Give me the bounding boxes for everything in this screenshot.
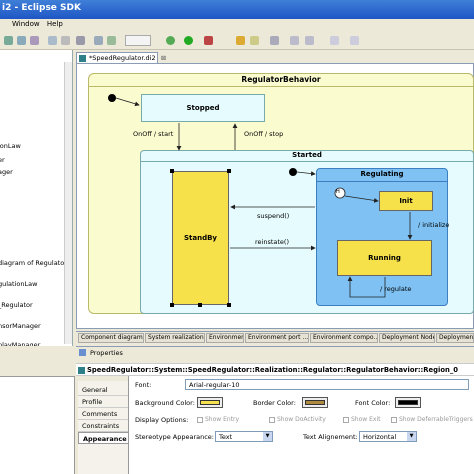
transition-label-start: OnOff / start xyxy=(133,130,174,138)
background-color-swatch xyxy=(200,400,220,405)
stereotype-appearance-value: Text xyxy=(219,433,233,441)
show-deferrable-label: Show DeferrableTriggers xyxy=(399,416,473,423)
tab-deployment-d[interactable]: Deployment d xyxy=(436,333,474,343)
text-alignment-value: Horizontal xyxy=(363,433,397,441)
background-color-button[interactable] xyxy=(197,397,223,408)
chevron-down-icon: ▼ xyxy=(407,432,416,441)
stereotype-appearance-select[interactable]: Text ▼ xyxy=(215,431,273,442)
tab-component-diagram[interactable]: Component diagram... xyxy=(78,333,144,343)
properties-view-header: Properties xyxy=(76,346,474,358)
history-label: H xyxy=(336,189,340,195)
started-initial-pseudostate[interactable] xyxy=(289,168,297,176)
region-icon xyxy=(78,367,85,374)
diagram-tabs: Component diagram... System realization … xyxy=(76,331,474,343)
properties-element-path: SpeedRegulator::System::SpeedRegulator::… xyxy=(76,363,474,376)
background-color-label: Background Color: xyxy=(135,399,195,407)
tab-environment-component[interactable]: Environment compo... xyxy=(310,333,378,343)
tab-environment-port[interactable]: Environment port ... xyxy=(245,333,309,343)
border-color-button[interactable] xyxy=(302,397,328,408)
transition-label-stop: OnOff / stop xyxy=(244,130,284,138)
tab-general[interactable]: General xyxy=(78,384,128,396)
display-options-label: Display Options: xyxy=(135,416,189,424)
font-color-label: Font Color: xyxy=(355,399,391,407)
font-color-swatch xyxy=(398,400,418,405)
properties-icon xyxy=(79,349,86,356)
show-exit-checkbox[interactable]: Show Exit xyxy=(343,416,380,423)
appearance-section: Font: Arial-regular-10 Background Color:… xyxy=(128,376,474,474)
outline-panel xyxy=(0,376,75,474)
chevron-down-icon: ▼ xyxy=(263,432,272,441)
show-entry-label: Show Entry xyxy=(205,416,240,423)
text-alignment-select[interactable]: Horizontal ▼ xyxy=(359,431,417,442)
transition-label-initialize: / initialize xyxy=(418,221,450,229)
tab-environment[interactable]: Environment xyxy=(206,333,244,343)
transition-label-suspend: suspend() xyxy=(257,212,290,220)
tab-profile[interactable]: Profile xyxy=(78,396,128,408)
show-doactivity-checkbox[interactable]: Show DoActivity xyxy=(269,416,326,423)
show-deferrable-checkbox[interactable]: Show DeferrableTriggers xyxy=(391,416,473,423)
history-transition[interactable] xyxy=(344,195,379,203)
border-color-swatch xyxy=(305,400,325,405)
border-color-label: Border Color: xyxy=(253,399,296,407)
font-color-button[interactable] xyxy=(395,397,421,408)
show-entry-checkbox[interactable]: Show Entry xyxy=(197,416,239,423)
transition-label-regulate: / regulate xyxy=(380,285,412,293)
tab-system-realization[interactable]: System realization xyxy=(145,333,205,343)
tab-deployment-nodes[interactable]: Deployment Nodes xyxy=(379,333,435,343)
transition-label-reinstate: reinstate() xyxy=(255,238,289,246)
checkbox-box xyxy=(269,416,275,423)
stereotype-appearance-label: Stereotype Appearance: xyxy=(135,433,214,441)
checkbox-box xyxy=(343,416,349,423)
tab-appearance[interactable]: Appearance xyxy=(78,432,128,444)
show-doactivity-label: Show DoActivity xyxy=(277,416,326,423)
tab-comments[interactable]: Comments xyxy=(78,408,128,420)
checkbox-box xyxy=(197,416,203,423)
initial-pseudostate[interactable] xyxy=(108,94,116,102)
initial-transition[interactable] xyxy=(115,97,140,107)
properties-tabs: General Profile Comments Constraints App… xyxy=(78,381,128,474)
text-alignment-label: Text Alignement: xyxy=(303,433,358,441)
checkbox-box xyxy=(391,416,397,423)
started-initial-transition[interactable] xyxy=(296,171,316,176)
font-label: Font: xyxy=(135,381,152,389)
properties-path-text: SpeedRegulator::System::SpeedRegulator::… xyxy=(87,366,458,374)
font-field[interactable]: Arial-regular-10 xyxy=(185,379,469,390)
properties-title[interactable]: Properties xyxy=(90,349,123,357)
tab-constraints[interactable]: Constraints xyxy=(78,420,128,432)
show-exit-label: Show Exit xyxy=(351,416,381,423)
